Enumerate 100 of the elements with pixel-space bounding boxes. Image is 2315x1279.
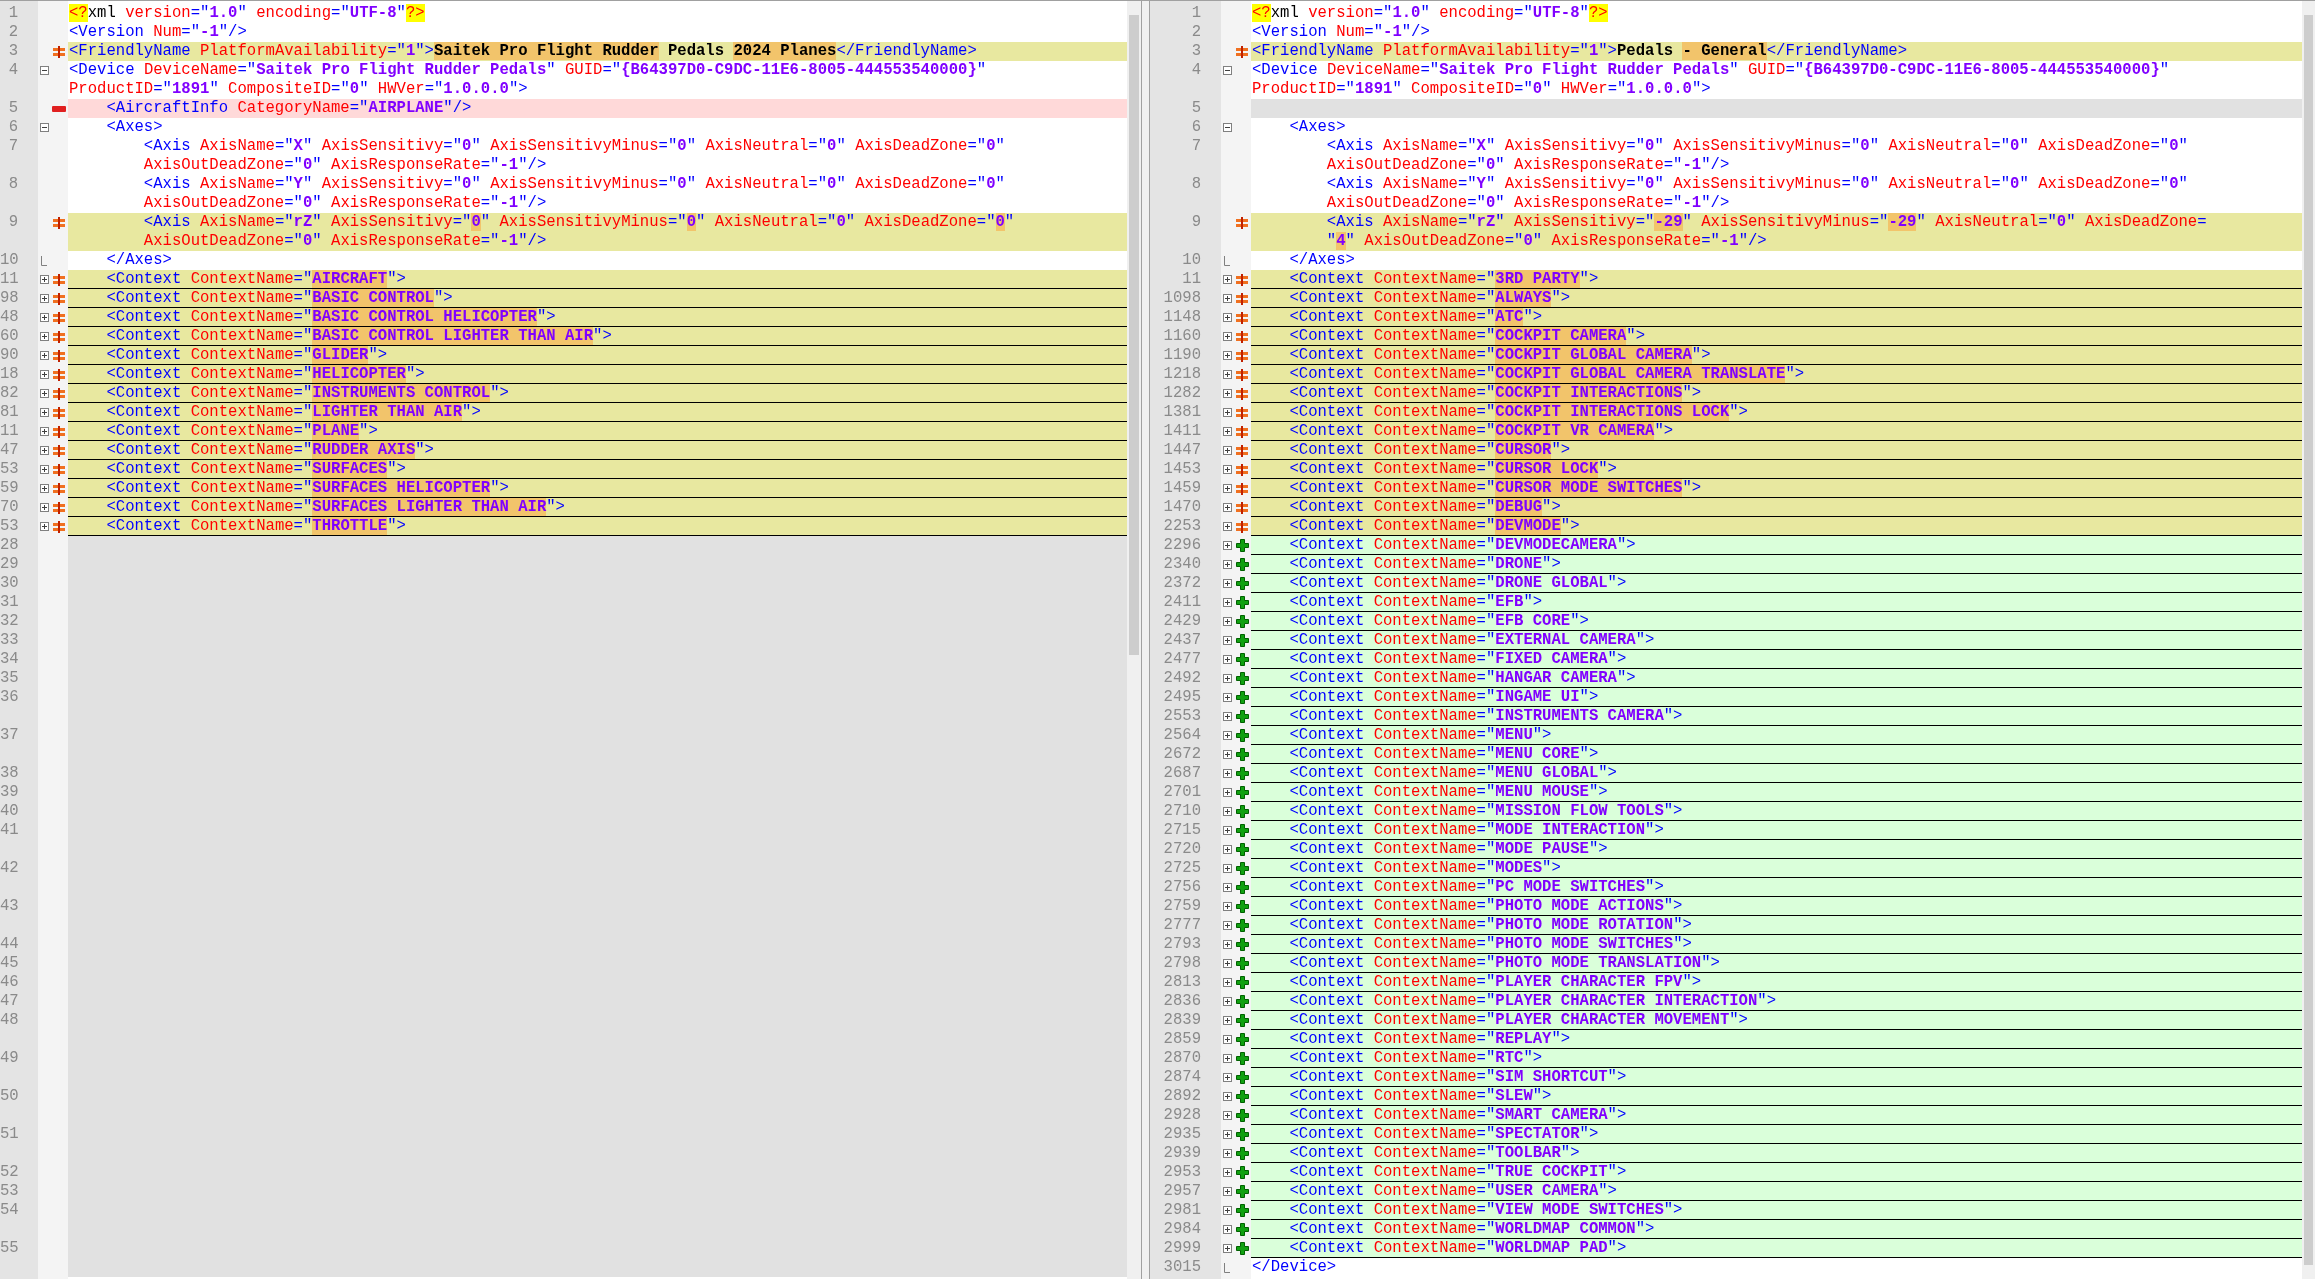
- line-number: 10: [1182, 251, 1201, 269]
- expand-icon[interactable]: [1222, 313, 1232, 322]
- expand-icon[interactable]: [1222, 294, 1232, 303]
- line-number: 2: [1191, 23, 1201, 41]
- expand-icon[interactable]: [1222, 864, 1232, 873]
- expand-icon[interactable]: [1222, 1073, 1232, 1082]
- expand-icon[interactable]: [1222, 712, 1232, 721]
- line-number: 2892: [1163, 1087, 1201, 1105]
- expand-icon[interactable]: [39, 427, 49, 436]
- expand-icon[interactable]: [1222, 788, 1232, 797]
- expand-icon[interactable]: [1222, 598, 1232, 607]
- expand-icon[interactable]: [1222, 1054, 1232, 1063]
- expand-icon[interactable]: [39, 294, 49, 303]
- expand-icon[interactable]: [1222, 522, 1232, 531]
- expand-icon[interactable]: [1222, 997, 1232, 1006]
- expand-icon[interactable]: [1222, 332, 1232, 341]
- expand-icon[interactable]: [39, 465, 49, 474]
- collapse-icon[interactable]: [39, 66, 49, 75]
- expand-icon[interactable]: [1222, 1130, 1232, 1139]
- scrollbar[interactable]: [2302, 1, 2315, 1279]
- expand-icon[interactable]: [1222, 826, 1232, 835]
- scrollbar-thumb[interactable]: [1129, 15, 1139, 655]
- expand-icon[interactable]: [1222, 1187, 1232, 1196]
- line-number: 1453: [1163, 460, 1201, 478]
- expand-icon[interactable]: [1222, 750, 1232, 759]
- expand-icon[interactable]: [1222, 902, 1232, 911]
- fold-end-icon: [1224, 255, 1230, 266]
- expand-icon[interactable]: [39, 503, 49, 512]
- code-line: <Context ContextName="EXTERNAL CAMERA">: [1289, 631, 1655, 650]
- expand-icon[interactable]: [1222, 1035, 1232, 1044]
- code-line: <Context ContextName="DEVMODECAMERA">: [1289, 536, 1636, 555]
- expand-icon[interactable]: [1222, 351, 1232, 360]
- line-number: 10: [0, 251, 19, 269]
- expand-icon[interactable]: [1222, 579, 1232, 588]
- line-number: 2720: [1163, 840, 1201, 858]
- line-number: 29: [0, 555, 19, 573]
- expand-icon[interactable]: [1222, 959, 1232, 968]
- line-number: 54: [0, 1201, 19, 1219]
- expand-icon[interactable]: [1222, 769, 1232, 778]
- line-number: 2687: [1163, 764, 1201, 782]
- collapse-icon[interactable]: [1222, 123, 1232, 132]
- expand-icon[interactable]: [39, 332, 49, 341]
- expand-icon[interactable]: [1222, 674, 1232, 683]
- expand-icon[interactable]: [1222, 1225, 1232, 1234]
- expand-icon[interactable]: [1222, 883, 1232, 892]
- expand-icon[interactable]: [1222, 1149, 1232, 1158]
- expand-icon[interactable]: [1222, 845, 1232, 854]
- expand-icon[interactable]: [1222, 1092, 1232, 1101]
- expand-icon[interactable]: [39, 313, 49, 322]
- expand-icon[interactable]: [1222, 408, 1232, 417]
- expand-icon[interactable]: [1222, 1111, 1232, 1120]
- code-line: <Context ContextName="BASIC CONTROL">: [106, 289, 453, 308]
- code-line: <Context ContextName="SIM SHORTCUT">: [1289, 1068, 1627, 1087]
- code-line: </Device>: [1252, 1258, 1337, 1277]
- code-line: ProductID="1891" CompositeID="0" HWVer="1.0.0.0">: [1252, 80, 1711, 99]
- expand-icon[interactable]: [39, 446, 49, 455]
- expand-icon[interactable]: [1222, 275, 1232, 284]
- expand-icon[interactable]: [1222, 560, 1232, 569]
- expand-icon[interactable]: [1222, 541, 1232, 550]
- expand-icon[interactable]: [39, 351, 49, 360]
- line-number: 1160: [1163, 327, 1201, 345]
- expand-icon[interactable]: [1222, 940, 1232, 949]
- expand-icon[interactable]: [1222, 465, 1232, 474]
- expand-icon[interactable]: [1222, 503, 1232, 512]
- line-number: 2793: [1163, 935, 1201, 953]
- expand-icon[interactable]: [1222, 807, 1232, 816]
- collapse-icon[interactable]: [1222, 66, 1232, 75]
- expand-icon[interactable]: [39, 370, 49, 379]
- expand-icon[interactable]: [39, 275, 49, 284]
- scrollbar-thumb[interactable]: [2304, 15, 2313, 1265]
- expand-icon[interactable]: [1222, 484, 1232, 493]
- expand-icon[interactable]: [1222, 370, 1232, 379]
- code-line: AxisOutDeadZone="0" AxisResponseRate="-1"/>: [143, 156, 547, 175]
- code-line: <Context ContextName="AIRCRAFT">: [106, 270, 406, 289]
- expand-icon[interactable]: [1222, 446, 1232, 455]
- expand-icon[interactable]: [39, 408, 49, 417]
- code-line: <Context ContextName="SURFACES LIGHTER THAN AIR">: [106, 498, 565, 517]
- expand-icon[interactable]: [1222, 731, 1232, 740]
- expand-icon[interactable]: [1222, 1168, 1232, 1177]
- line-number: 3: [1191, 42, 1201, 60]
- line-number: 33: [0, 631, 19, 649]
- expand-icon[interactable]: [1222, 1016, 1232, 1025]
- expand-icon[interactable]: [39, 389, 49, 398]
- expand-icon[interactable]: [1222, 427, 1232, 436]
- expand-icon[interactable]: [1222, 978, 1232, 987]
- line-number: 5: [8, 99, 18, 117]
- expand-icon[interactable]: [1222, 1206, 1232, 1215]
- expand-icon[interactable]: [1222, 921, 1232, 930]
- code-line: <Context ContextName="EFB">: [1289, 593, 1543, 612]
- expand-icon[interactable]: [1222, 1244, 1232, 1253]
- line-number: 2935: [1163, 1125, 1201, 1143]
- collapse-icon[interactable]: [39, 123, 49, 132]
- expand-icon[interactable]: [1222, 693, 1232, 702]
- scrollbar[interactable]: [1127, 1, 1141, 1279]
- expand-icon[interactable]: [1222, 636, 1232, 645]
- expand-icon[interactable]: [1222, 389, 1232, 398]
- expand-icon[interactable]: [39, 522, 49, 531]
- expand-icon[interactable]: [1222, 617, 1232, 626]
- expand-icon[interactable]: [1222, 655, 1232, 664]
- expand-icon[interactable]: [39, 484, 49, 493]
